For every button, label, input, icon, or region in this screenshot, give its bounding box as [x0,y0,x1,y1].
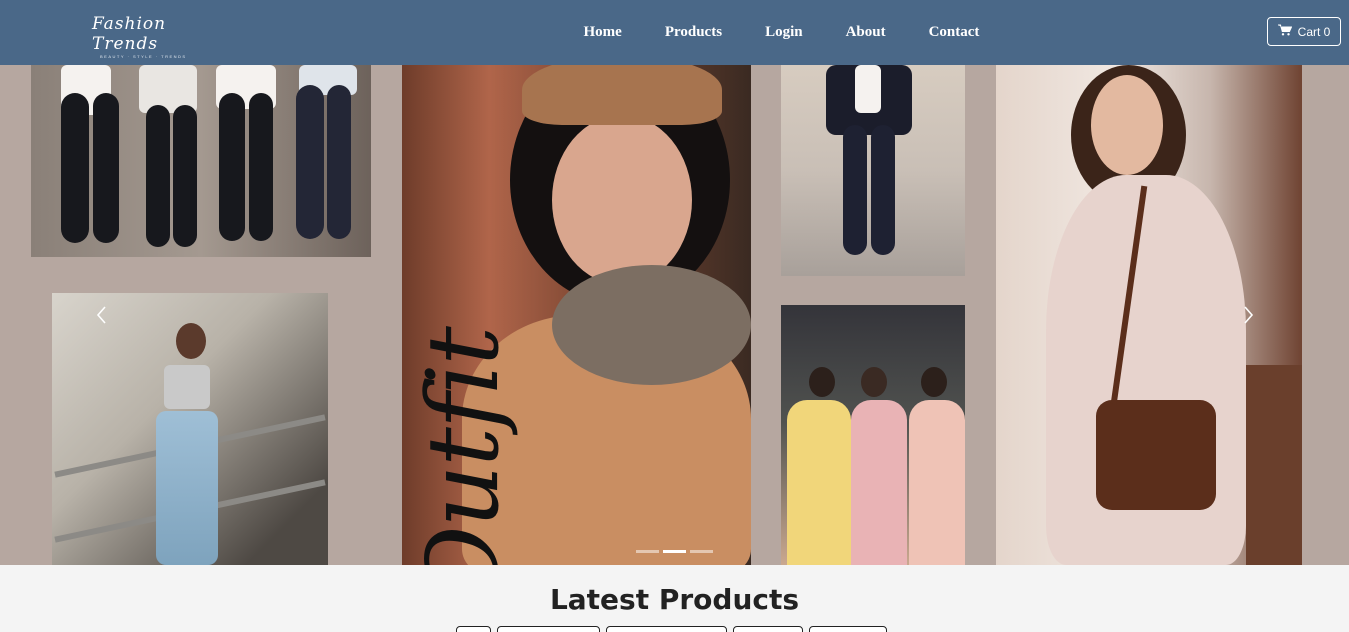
chevron-right-icon [1238,306,1258,329]
brand-logo[interactable]: Fashion Trends BEAUTY · STYLE · TRENDS [92,14,232,59]
suit-photo [781,65,965,276]
latest-products-heading: Latest Products [549,583,800,616]
chevron-left-icon [92,306,112,329]
cart-label: Cart 0 [1297,24,1331,39]
nav-link-contact[interactable]: Contact [929,24,980,41]
floral-photo [781,305,965,565]
filter-button-5[interactable] [809,626,887,632]
navbar: Fashion Trends BEAUTY · STYLE · TRENDS H… [0,0,1349,65]
hero-carousel: Outfit [0,65,1349,565]
carousel-indicator-3[interactable] [690,550,713,553]
cart-button[interactable]: Cart 0 [1267,17,1341,46]
stairs-photo [52,293,328,565]
filter-button-3[interactable] [606,626,727,632]
nav-link-login[interactable]: Login [765,24,803,41]
carousel-indicator-1[interactable] [636,550,659,553]
filter-button-4[interactable] [733,626,803,632]
carousel-indicator-2[interactable] [663,550,686,553]
product-filter-bar [456,626,893,632]
nav-links: Home Products Login About Contact [562,0,1001,65]
filter-button-2[interactable] [497,626,600,632]
outfit-script-text: Outfit [406,328,521,565]
group-photo [31,65,371,257]
carousel-indicators [636,550,717,553]
filter-button-1[interactable] [456,626,491,632]
carousel-prev-button[interactable] [92,305,112,325]
nav-link-products[interactable]: Products [665,24,722,41]
brand-title: Fashion Trends [92,14,167,54]
brand-subtitle: BEAUTY · STYLE · TRENDS [100,54,187,59]
nav-link-home[interactable]: Home [584,24,622,41]
shopping-cart-icon [1277,24,1298,39]
carousel-next-button[interactable] [1238,305,1258,325]
nav-link-about[interactable]: About [846,24,886,41]
